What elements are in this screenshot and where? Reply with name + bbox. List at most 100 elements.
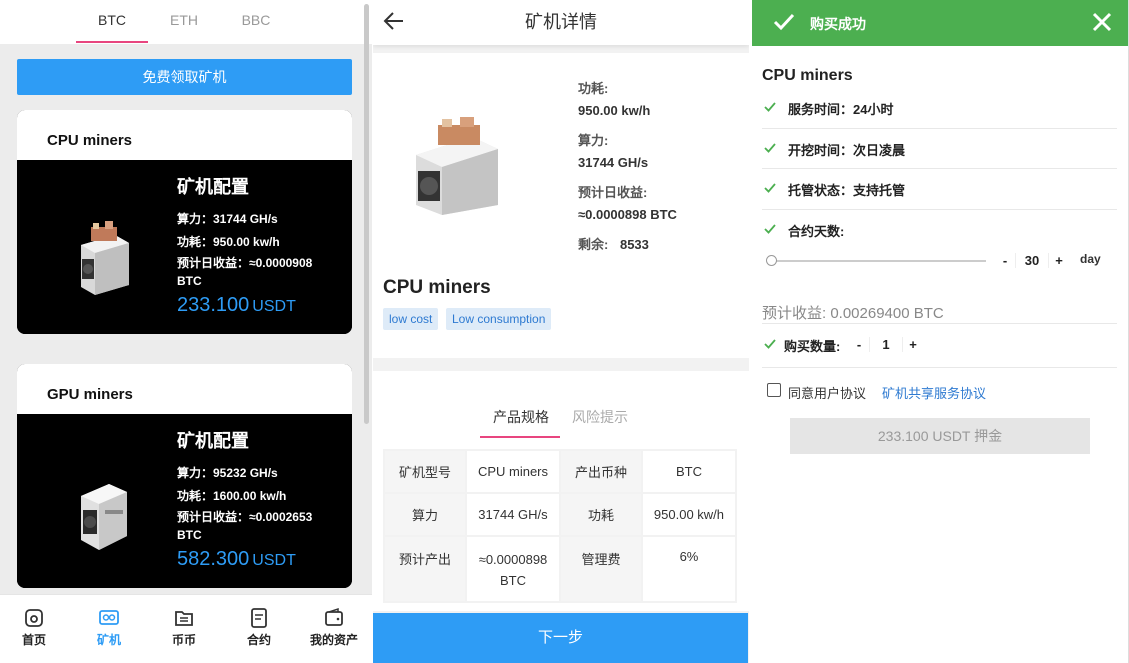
contract-icon — [251, 608, 267, 628]
free-miner-button[interactable]: 免费领取矿机 — [17, 59, 352, 95]
days-stepper: - 30 + — [995, 250, 1069, 270]
home-icon — [25, 609, 43, 627]
nav-home[interactable]: 首页 — [0, 607, 71, 648]
table-row: 算力 31744 GH/s 功耗 950.00 kw/h — [383, 492, 738, 537]
table-cell: BTC — [640, 449, 738, 494]
table-cell: 管理费 — [558, 535, 643, 603]
config-title: 矿机配置 — [177, 177, 249, 197]
days-value[interactable]: 30 — [1015, 252, 1049, 268]
hosting-text: 托管状态：支持托管 — [788, 183, 906, 198]
slider-thumb[interactable] — [766, 255, 777, 266]
table-cell: ≈0.0000898 BTC — [465, 535, 561, 603]
tab-risk[interactable]: 风险提示 — [572, 407, 628, 427]
bottom-nav: 首页 矿机 币币 合约 我的资产 — [0, 594, 372, 663]
income-unit: BTC — [177, 274, 202, 288]
table-row: 预计产出 ≈0.0000898 BTC 管理费 6% — [383, 535, 738, 603]
check-icon — [764, 224, 776, 234]
config-title: 矿机配置 — [177, 431, 249, 451]
income-text: 预计日收益：≈0.0002653 — [177, 510, 313, 524]
check-icon — [773, 13, 795, 31]
hashrate-spec: 算力: 31744 GH/s — [578, 130, 648, 170]
agreement-link[interactable]: 矿机共享服务协议 — [882, 383, 986, 402]
days-plus-button[interactable]: + — [1049, 253, 1069, 268]
purchase-panel: 购买成功 CPU miners 服务时间：24小时 开挖时间：次日凌晨 托管状态… — [752, 0, 1129, 663]
divider — [762, 323, 1117, 324]
days-minus-button[interactable]: - — [995, 253, 1015, 268]
close-icon[interactable] — [1091, 11, 1113, 33]
table-cell: 矿机型号 — [383, 449, 467, 494]
miner-card-body: 矿机配置 算力：95232 GH/s 功耗：1600.00 kw/h 预计日收益… — [17, 414, 352, 588]
tab-btc[interactable]: BTC — [76, 0, 148, 44]
agree-checkbox[interactable] — [767, 383, 781, 397]
table-cell: 950.00 kw/h — [640, 492, 738, 537]
quantity-minus-button[interactable]: - — [849, 337, 869, 352]
output-unit: BTC — [499, 573, 526, 588]
check-icon — [764, 102, 776, 112]
table-cell: 功耗 — [558, 492, 643, 537]
tab-eth[interactable]: ETH — [148, 0, 220, 44]
folder-icon — [175, 611, 193, 626]
miner-card[interactable]: GPU miners 矿机配置 算力：95232 GH/s 功耗：1600.00… — [17, 364, 352, 588]
quantity-stepper: - 1 + — [849, 334, 923, 354]
screen: BTC ETH BBC 免费领取矿机 CPU miners 矿机配置 算力：31… — [0, 0, 1129, 663]
quantity-value[interactable]: 1 — [869, 336, 903, 352]
miner-config: 矿机配置 算力：95232 GH/s 功耗：1600.00 kw/h 预计日收益… — [177, 427, 352, 571]
tab-indicator — [480, 436, 560, 438]
success-banner: 购买成功 — [752, 0, 1128, 46]
price-amount: 233.100 — [177, 294, 250, 316]
power-value: 950.00 kw/h — [578, 103, 651, 118]
income-unit: BTC — [177, 528, 202, 542]
table-cell: 6% — [640, 535, 738, 603]
income-label: 预计日收益: — [578, 185, 648, 200]
price-currency: USDT — [252, 552, 296, 569]
power-spec: 功耗: 950.00 kw/h — [578, 78, 650, 118]
miner-name: CPU miners — [383, 277, 491, 298]
check-icon — [764, 183, 776, 193]
income-spec: 预计日收益: ≈0.0000898 BTC — [578, 182, 677, 222]
table-cell: CPU miners — [465, 449, 561, 494]
asic-miner-image — [81, 484, 127, 550]
contract-days-label: 合约天数: — [788, 224, 845, 239]
table-cell: 预计产出 — [383, 535, 467, 603]
output-amount: ≈0.0000898 — [478, 552, 548, 567]
check-icon — [764, 339, 776, 349]
nav-label: 首页 — [21, 633, 46, 647]
remaining-spec: 剩余: 8533 — [578, 234, 649, 253]
price: 233.100 USDT — [177, 294, 352, 317]
tab-specs[interactable]: 产品规格 — [493, 407, 549, 427]
table-cell: 产出币种 — [558, 449, 643, 494]
table-cell: 31744 GH/s — [465, 492, 561, 537]
quantity-row: 购买数量: — [762, 338, 1117, 368]
contract-days-slider[interactable] — [766, 255, 986, 266]
tab-bbc[interactable]: BBC — [220, 0, 292, 44]
scrollbar[interactable] — [364, 4, 369, 424]
spec-table: 矿机型号 CPU miners 产出币种 BTC 算力 31744 GH/s 功… — [383, 449, 738, 603]
quantity-plus-button[interactable]: + — [903, 337, 923, 352]
mining-time-row: 开挖时间：次日凌晨 — [762, 142, 1117, 169]
nav-exchange[interactable]: 币币 — [147, 607, 221, 648]
miner-card-name: CPU miners — [17, 110, 352, 160]
remaining-label: 剩余: — [578, 237, 609, 252]
miner-card[interactable]: CPU miners 矿机配置 算力：31744 GH/s 功耗：950.00 … — [17, 110, 352, 334]
price-currency: USDT — [252, 298, 296, 315]
success-message: 购买成功 — [810, 16, 866, 32]
next-button[interactable]: 下一步 — [373, 613, 748, 663]
hashrate-text: 算力：31744 GH/s — [177, 212, 278, 226]
mining-time-text: 开挖时间：次日凌晨 — [788, 143, 906, 158]
remaining-value: 8533 — [619, 237, 649, 252]
price-amount: 582.300 — [177, 548, 250, 570]
asic-miner-image — [81, 221, 129, 295]
nav-assets[interactable]: 我的资产 — [297, 607, 371, 648]
nav-label: 我的资产 — [309, 633, 358, 647]
pay-deposit-button[interactable]: 233.100 USDT 押金 — [790, 418, 1090, 454]
coin-tabs: BTC ETH BBC — [0, 0, 372, 44]
detail-header: 矿机详情 — [373, 0, 749, 45]
table-cell: 算力 — [383, 492, 467, 537]
miner-list-panel: BTC ETH BBC 免费领取矿机 CPU miners 矿机配置 算力：31… — [0, 0, 372, 663]
nav-miners[interactable]: 矿机 — [72, 607, 146, 648]
price: 582.300 USDT — [177, 548, 352, 571]
estimated-income: 预计收益: 0.00269400 BTC — [762, 305, 944, 322]
power-label: 功耗: — [578, 81, 609, 96]
income-text: 预计日收益：≈0.0000908 — [177, 256, 313, 270]
nav-contract[interactable]: 合约 — [222, 607, 296, 648]
